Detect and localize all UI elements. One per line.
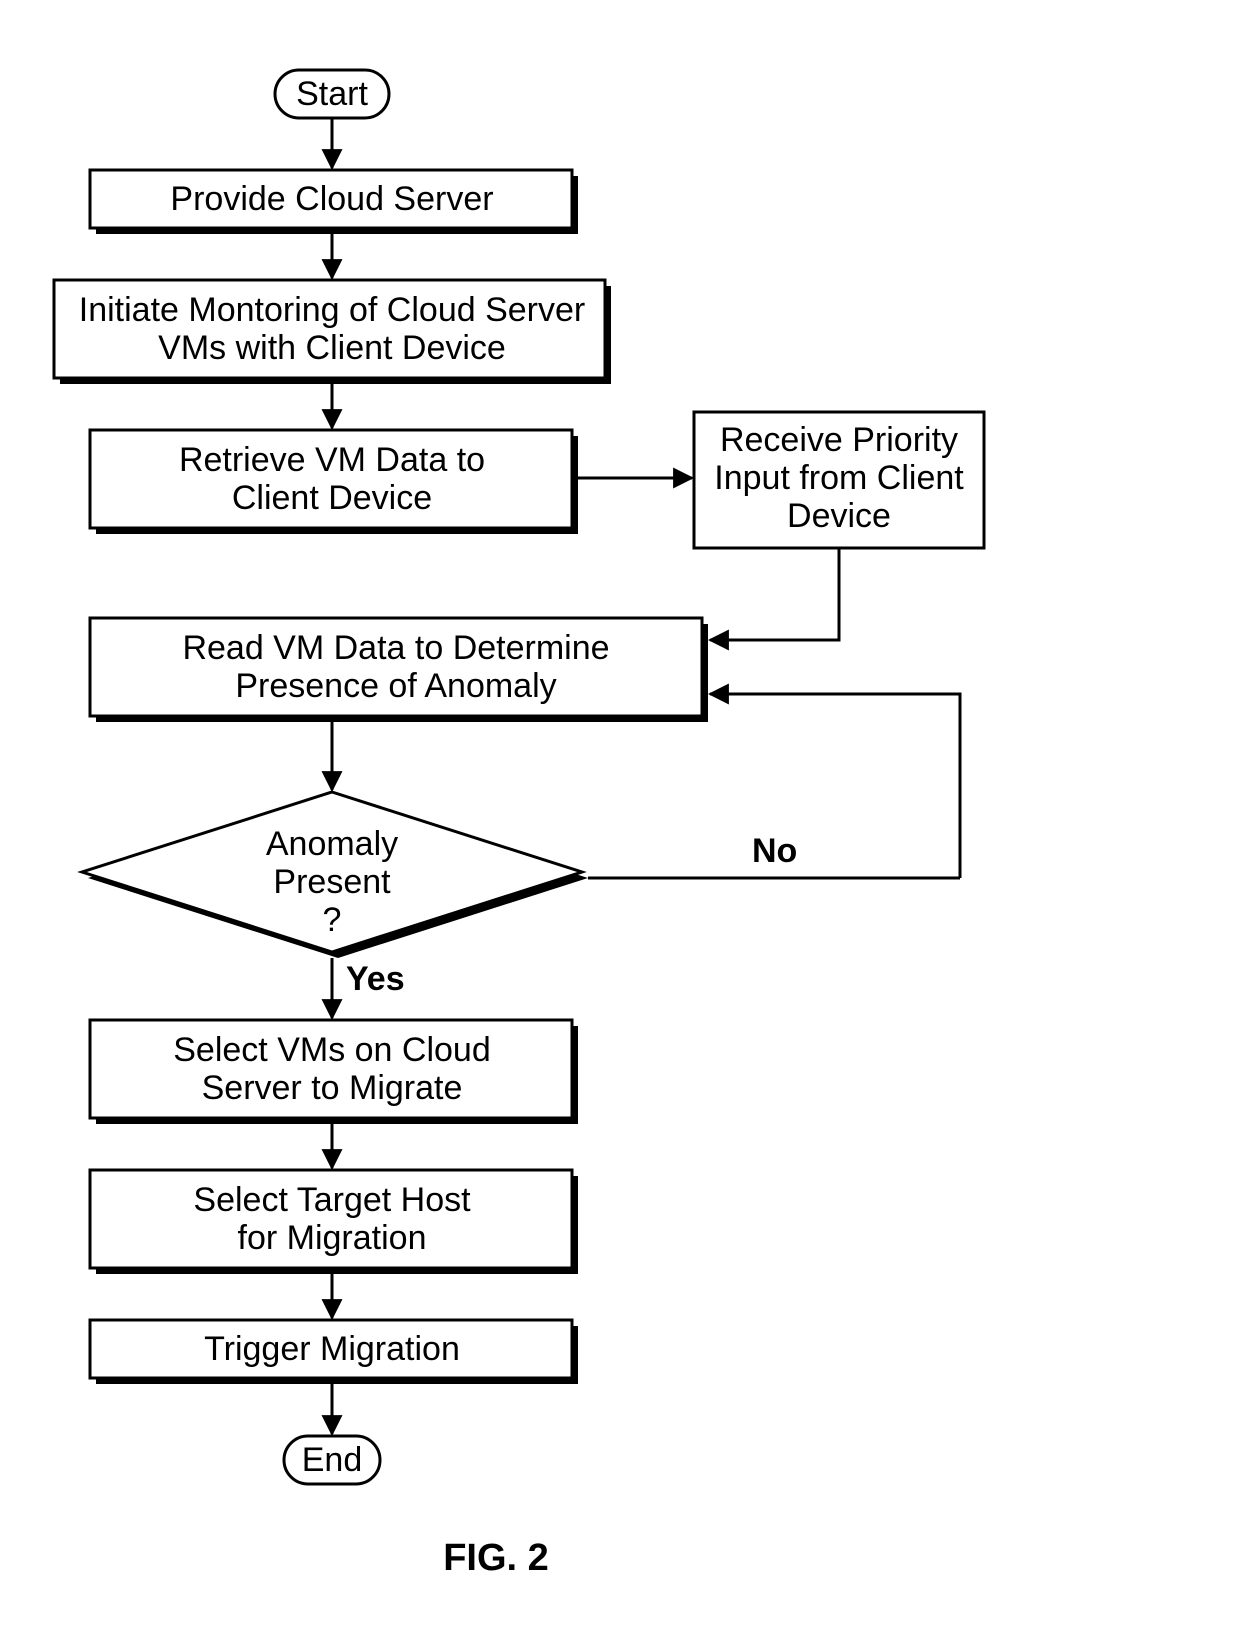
decision-label-l1: Anomaly (266, 825, 398, 863)
step-label-l1: Read VM Data to Determine (182, 629, 609, 667)
terminator-end: End (284, 1436, 380, 1484)
step-label: Provide Cloud Server (170, 180, 493, 218)
figure-caption: FIG. 2 (443, 1537, 549, 1579)
step-label-l1: Receive Priority (720, 421, 958, 459)
step-label-l2: VMs with Client Device (158, 329, 506, 367)
step-label-l2: Input from Client (714, 459, 964, 497)
decision-anomaly-present: Anomaly Present ? (82, 792, 588, 958)
decision-label-l2: Present (273, 863, 391, 901)
step-label: Trigger Migration (204, 1330, 460, 1368)
step-read-vm-data: Read VM Data to Determine Presence of An… (90, 618, 708, 722)
step-receive-priority: Receive Priority Input from Client Devic… (694, 412, 984, 548)
start-label: Start (296, 75, 368, 113)
decision-label-l3: ? (323, 901, 342, 939)
step-label-l1: Select Target Host (193, 1181, 471, 1219)
step-select-target-host: Select Target Host for Migration (90, 1170, 578, 1274)
step-label-l1: Initiate Montoring of Cloud Server (79, 291, 585, 329)
step-label-l1: Select VMs on Cloud (173, 1031, 491, 1069)
step-label-l3: Device (787, 497, 891, 535)
step-label-l2: Presence of Anomaly (235, 667, 556, 705)
end-label: End (302, 1441, 363, 1479)
decision-yes-label: Yes (346, 960, 405, 998)
edge-priority-to-readvm (710, 548, 839, 640)
step-label-l2: for Migration (238, 1219, 427, 1257)
step-trigger-migration: Trigger Migration (90, 1320, 578, 1384)
decision-no-label: No (752, 832, 797, 870)
step-select-vms: Select VMs on Cloud Server to Migrate (90, 1020, 578, 1124)
step-provide-cloud-server: Provide Cloud Server (90, 170, 578, 234)
edge-loop-back-to-readvm (710, 694, 960, 878)
step-label-l1: Retrieve VM Data to (179, 441, 485, 479)
step-label-l2: Server to Migrate (202, 1069, 463, 1107)
terminator-start: Start (275, 70, 389, 118)
step-label-l2: Client Device (232, 479, 432, 517)
step-retrieve-vm-data: Retrieve VM Data to Client Device (90, 430, 578, 534)
flowchart: Start Provide Cloud Server Initiate Mont… (0, 0, 1240, 1644)
step-initiate-monitoring: Initiate Montoring of Cloud Server VMs w… (54, 280, 611, 384)
